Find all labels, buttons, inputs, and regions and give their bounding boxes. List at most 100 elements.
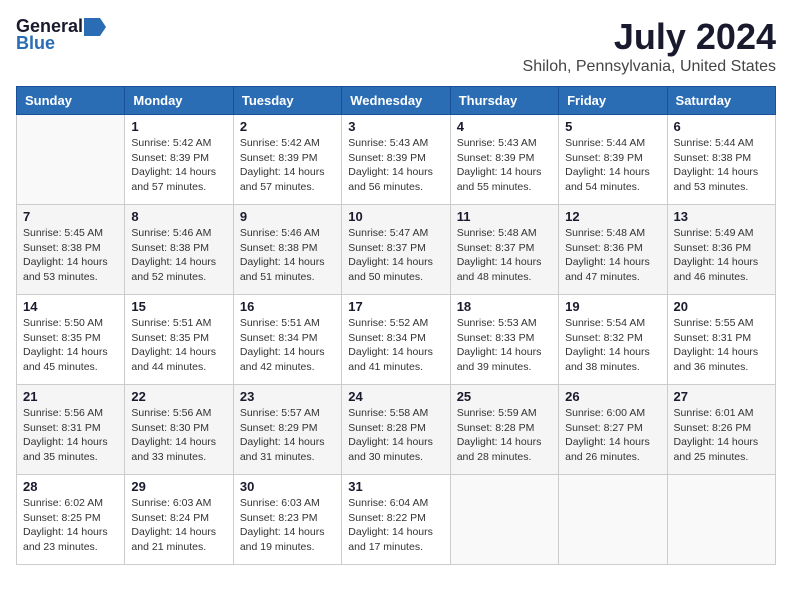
day-info: Sunrise: 6:03 AM Sunset: 8:23 PM Dayligh…	[240, 496, 335, 555]
logo-blue-text: Blue	[16, 33, 55, 54]
day-info: Sunrise: 6:01 AM Sunset: 8:26 PM Dayligh…	[674, 406, 769, 465]
calendar-cell: 6 Sunrise: 5:44 AM Sunset: 8:38 PM Daylig…	[667, 115, 775, 205]
day-info: Sunrise: 5:45 AM Sunset: 8:38 PM Dayligh…	[23, 226, 118, 285]
day-info: Sunrise: 5:51 AM Sunset: 8:34 PM Dayligh…	[240, 316, 335, 375]
day-number: 17	[348, 299, 443, 314]
calendar-week-row: 7 Sunrise: 5:45 AM Sunset: 8:38 PM Daylig…	[17, 205, 776, 295]
calendar-cell: 18Sunrise: 5:53 AM Sunset: 8:33 PM Dayli…	[450, 295, 558, 385]
day-number: 4	[457, 119, 552, 134]
day-number: 24	[348, 389, 443, 404]
calendar-cell: 16 Sunrise: 5:51 AM Sunset: 8:34 PM Dayli…	[233, 295, 341, 385]
day-info: Sunrise: 5:46 AM Sunset: 8:38 PM Dayligh…	[240, 226, 335, 285]
weekday-header-tuesday: Tuesday	[233, 87, 341, 115]
day-number: 6	[674, 119, 769, 134]
day-info: Sunrise: 6:02 AM Sunset: 8:25 PM Dayligh…	[23, 496, 118, 555]
logo-flag-icon	[84, 18, 106, 36]
day-info: Sunrise: 5:50 AM Sunset: 8:35 PM Dayligh…	[23, 316, 118, 375]
calendar-cell: 22 Sunrise: 5:56 AM Sunset: 8:30 PM Dayli…	[125, 385, 233, 475]
calendar-cell: 15 Sunrise: 5:51 AM Sunset: 8:35 PM Dayli…	[125, 295, 233, 385]
day-number: 31	[348, 479, 443, 494]
calendar-cell: 11Sunrise: 5:48 AM Sunset: 8:37 PM Dayli…	[450, 205, 558, 295]
weekday-header-sunday: Sunday	[17, 87, 125, 115]
day-number: 19	[565, 299, 660, 314]
calendar-cell: 17 Sunrise: 5:52 AM Sunset: 8:34 PM Dayli…	[342, 295, 450, 385]
day-info: Sunrise: 6:03 AM Sunset: 8:24 PM Dayligh…	[131, 496, 226, 555]
calendar-cell: 20 Sunrise: 5:55 AM Sunset: 8:31 PM Dayli…	[667, 295, 775, 385]
day-info: Sunrise: 6:00 AM Sunset: 8:27 PM Dayligh…	[565, 406, 660, 465]
day-number: 9	[240, 209, 335, 224]
day-number: 29	[131, 479, 226, 494]
calendar-cell: 13Sunrise: 5:49 AM Sunset: 8:36 PM Dayli…	[667, 205, 775, 295]
day-info: Sunrise: 5:56 AM Sunset: 8:31 PM Dayligh…	[23, 406, 118, 465]
calendar-cell: 19 Sunrise: 5:54 AM Sunset: 8:32 PM Dayli…	[559, 295, 667, 385]
day-info: Sunrise: 5:55 AM Sunset: 8:31 PM Dayligh…	[674, 316, 769, 375]
calendar-cell: 12Sunrise: 5:48 AM Sunset: 8:36 PM Dayli…	[559, 205, 667, 295]
day-number: 20	[674, 299, 769, 314]
calendar-cell	[559, 475, 667, 565]
day-number: 30	[240, 479, 335, 494]
day-number: 22	[131, 389, 226, 404]
day-number: 13	[674, 209, 769, 224]
weekday-header-monday: Monday	[125, 87, 233, 115]
calendar-week-row: 1Sunrise: 5:42 AM Sunset: 8:39 PM Daylig…	[17, 115, 776, 205]
day-number: 12	[565, 209, 660, 224]
day-info: Sunrise: 5:44 AM Sunset: 8:38 PM Dayligh…	[674, 136, 769, 195]
calendar-cell	[667, 475, 775, 565]
calendar-cell: 14 Sunrise: 5:50 AM Sunset: 8:35 PM Dayli…	[17, 295, 125, 385]
title-area: July 2024 Shiloh, Pennsylvania, United S…	[523, 16, 776, 76]
calendar-cell: 3 Sunrise: 5:43 AM Sunset: 8:39 PM Daylig…	[342, 115, 450, 205]
day-info: Sunrise: 5:48 AM Sunset: 8:37 PM Dayligh…	[457, 226, 552, 285]
calendar-table: SundayMondayTuesdayWednesdayThursdayFrid…	[16, 86, 776, 565]
day-info: Sunrise: 5:56 AM Sunset: 8:30 PM Dayligh…	[131, 406, 226, 465]
calendar-cell: 24 Sunrise: 5:58 AM Sunset: 8:28 PM Dayli…	[342, 385, 450, 475]
day-number: 21	[23, 389, 118, 404]
day-info: Sunrise: 5:52 AM Sunset: 8:34 PM Dayligh…	[348, 316, 443, 375]
calendar-cell: 5Sunrise: 5:44 AM Sunset: 8:39 PM Daylig…	[559, 115, 667, 205]
day-number: 27	[674, 389, 769, 404]
day-info: Sunrise: 5:43 AM Sunset: 8:39 PM Dayligh…	[348, 136, 443, 195]
calendar-cell: 8Sunrise: 5:46 AM Sunset: 8:38 PM Daylig…	[125, 205, 233, 295]
calendar-week-row: 14 Sunrise: 5:50 AM Sunset: 8:35 PM Dayli…	[17, 295, 776, 385]
day-number: 5	[565, 119, 660, 134]
day-number: 14	[23, 299, 118, 314]
calendar-cell: 29 Sunrise: 6:03 AM Sunset: 8:24 PM Dayli…	[125, 475, 233, 565]
day-info: Sunrise: 6:04 AM Sunset: 8:22 PM Dayligh…	[348, 496, 443, 555]
calendar-week-row: 21 Sunrise: 5:56 AM Sunset: 8:31 PM Dayli…	[17, 385, 776, 475]
month-title: July 2024	[523, 16, 776, 58]
day-number: 28	[23, 479, 118, 494]
day-number: 26	[565, 389, 660, 404]
day-number: 7	[23, 209, 118, 224]
calendar-cell: 9 Sunrise: 5:46 AM Sunset: 8:38 PM Daylig…	[233, 205, 341, 295]
day-info: Sunrise: 5:43 AM Sunset: 8:39 PM Dayligh…	[457, 136, 552, 195]
day-number: 2	[240, 119, 335, 134]
day-number: 3	[348, 119, 443, 134]
day-info: Sunrise: 5:42 AM Sunset: 8:39 PM Dayligh…	[131, 136, 226, 195]
day-number: 23	[240, 389, 335, 404]
day-info: Sunrise: 5:57 AM Sunset: 8:29 PM Dayligh…	[240, 406, 335, 465]
day-number: 25	[457, 389, 552, 404]
weekday-header-wednesday: Wednesday	[342, 87, 450, 115]
day-info: Sunrise: 5:42 AM Sunset: 8:39 PM Dayligh…	[240, 136, 335, 195]
calendar-cell: 28 Sunrise: 6:02 AM Sunset: 8:25 PM Dayli…	[17, 475, 125, 565]
day-info: Sunrise: 5:58 AM Sunset: 8:28 PM Dayligh…	[348, 406, 443, 465]
weekday-header-thursday: Thursday	[450, 87, 558, 115]
calendar-cell: 21 Sunrise: 5:56 AM Sunset: 8:31 PM Dayli…	[17, 385, 125, 475]
calendar-cell: 4 Sunrise: 5:43 AM Sunset: 8:39 PM Daylig…	[450, 115, 558, 205]
day-number: 15	[131, 299, 226, 314]
logo: General Blue	[16, 16, 107, 54]
day-number: 16	[240, 299, 335, 314]
calendar-week-row: 28 Sunrise: 6:02 AM Sunset: 8:25 PM Dayli…	[17, 475, 776, 565]
day-number: 18	[457, 299, 552, 314]
day-number: 10	[348, 209, 443, 224]
calendar-cell: 30 Sunrise: 6:03 AM Sunset: 8:23 PM Dayli…	[233, 475, 341, 565]
calendar-cell: 7 Sunrise: 5:45 AM Sunset: 8:38 PM Daylig…	[17, 205, 125, 295]
day-info: Sunrise: 5:54 AM Sunset: 8:32 PM Dayligh…	[565, 316, 660, 375]
calendar-cell	[17, 115, 125, 205]
day-info: Sunrise: 5:51 AM Sunset: 8:35 PM Dayligh…	[131, 316, 226, 375]
weekday-header-row: SundayMondayTuesdayWednesdayThursdayFrid…	[17, 87, 776, 115]
calendar-cell: 31 Sunrise: 6:04 AM Sunset: 8:22 PM Dayli…	[342, 475, 450, 565]
weekday-header-friday: Friday	[559, 87, 667, 115]
calendar-cell: 23 Sunrise: 5:57 AM Sunset: 8:29 PM Dayli…	[233, 385, 341, 475]
day-info: Sunrise: 5:47 AM Sunset: 8:37 PM Dayligh…	[348, 226, 443, 285]
calendar-cell: 1Sunrise: 5:42 AM Sunset: 8:39 PM Daylig…	[125, 115, 233, 205]
